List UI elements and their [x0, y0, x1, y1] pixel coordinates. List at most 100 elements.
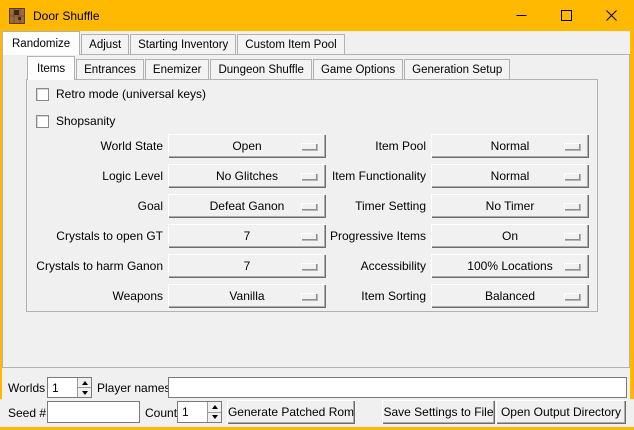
- timer-setting-label: Timer Setting: [326, 199, 426, 213]
- maximize-button[interactable]: [544, 0, 589, 31]
- door-shuffle-window: Door Shuffle Randomize Adjust Starting I…: [0, 0, 634, 430]
- item-functionality-dropdown[interactable]: Normal: [431, 164, 589, 188]
- retro-mode-label: Retro mode (universal keys): [56, 87, 206, 101]
- crystals-gt-value: 7: [244, 229, 251, 243]
- item-sorting-dropdown[interactable]: Balanced: [431, 284, 589, 308]
- world-state-dropdown[interactable]: Open: [168, 134, 326, 158]
- tab-label: Custom Item Pool: [245, 39, 336, 51]
- worlds-label: Worlds: [8, 381, 45, 395]
- stepper-down-button[interactable]: [208, 412, 221, 423]
- dropdown-indicator-icon: [564, 203, 580, 210]
- tab-dungeon-shuffle[interactable]: Dungeon Shuffle: [210, 59, 311, 79]
- option-row: Weapons Vanilla Item Sorting Balanced: [28, 281, 589, 311]
- item-sorting-value: Balanced: [485, 289, 535, 303]
- title-bar[interactable]: Door Shuffle: [0, 0, 634, 31]
- tab-label: Generation Setup: [412, 64, 502, 76]
- window-title: Door Shuffle: [33, 9, 100, 23]
- progressive-items-dropdown[interactable]: On: [431, 224, 589, 248]
- options-grid: World State Open Item Pool Normal Logic …: [28, 131, 589, 311]
- item-pool-dropdown[interactable]: Normal: [431, 134, 589, 158]
- maximize-icon: [561, 10, 572, 21]
- player-names-input[interactable]: [168, 377, 627, 398]
- stepper-arrows: [207, 402, 221, 422]
- tab-custom-item-pool[interactable]: Custom Item Pool: [237, 34, 344, 54]
- crystals-ganon-dropdown[interactable]: 7: [168, 254, 326, 278]
- goal-dropdown[interactable]: Defeat Ganon: [168, 194, 326, 218]
- dropdown-indicator-icon: [301, 173, 317, 180]
- count-stepper[interactable]: 1: [177, 401, 222, 423]
- retro-mode-option: Retro mode (universal keys): [36, 87, 206, 101]
- retro-mode-checkbox[interactable]: [36, 88, 49, 101]
- tab-entrances[interactable]: Entrances: [76, 59, 144, 79]
- count-label: Count: [145, 406, 177, 420]
- generate-patched-rom-button[interactable]: Generate Patched Rom: [227, 400, 355, 424]
- world-state-label: World State: [28, 139, 163, 153]
- main-tab-bar: Randomize Adjust Starting Inventory Cust…: [2, 31, 346, 54]
- crystals-gt-label: Crystals to open GT: [28, 229, 163, 243]
- tab-label: Game Options: [321, 64, 395, 76]
- dropdown-indicator-icon: [564, 233, 580, 240]
- tab-items[interactable]: Items: [27, 56, 75, 80]
- progressive-items-value: On: [502, 229, 518, 243]
- close-button[interactable]: [589, 0, 634, 31]
- option-row: Goal Defeat Ganon Timer Setting No Timer: [28, 191, 589, 221]
- crystals-gt-dropdown[interactable]: 7: [168, 224, 326, 248]
- dropdown-indicator-icon: [301, 143, 317, 150]
- shopsanity-label: Shopsanity: [56, 114, 115, 128]
- shopsanity-option: Shopsanity: [36, 114, 115, 128]
- window-border: [630, 0, 634, 399]
- option-row: Logic Level No Glitches Item Functionali…: [28, 161, 589, 191]
- tab-label: Adjust: [89, 39, 121, 51]
- dropdown-indicator-icon: [301, 203, 317, 210]
- down-arrow-icon: [212, 415, 218, 419]
- sub-tab-bar: Items Entrances Enemizer Dungeon Shuffle…: [27, 56, 511, 79]
- dropdown-indicator-icon: [301, 293, 317, 300]
- tab-label: Items: [37, 63, 65, 75]
- option-row: Crystals to harm Ganon 7 Accessibility 1…: [28, 251, 589, 281]
- accessibility-label: Accessibility: [326, 259, 426, 273]
- logic-level-dropdown[interactable]: No Glitches: [168, 164, 326, 188]
- timer-setting-dropdown[interactable]: No Timer: [431, 194, 589, 218]
- count-value: 1: [178, 402, 207, 422]
- up-arrow-icon: [82, 381, 88, 385]
- button-label: Open Output Directory: [501, 405, 621, 419]
- seed-label: Seed #: [8, 406, 46, 420]
- tab-game-options[interactable]: Game Options: [313, 59, 403, 79]
- dropdown-indicator-icon: [301, 263, 317, 270]
- item-pool-label: Item Pool: [326, 139, 426, 153]
- world-state-value: Open: [232, 139, 261, 153]
- tab-randomize[interactable]: Randomize: [2, 31, 80, 55]
- item-sorting-label: Item Sorting: [326, 289, 426, 303]
- shopsanity-checkbox[interactable]: [36, 115, 49, 128]
- dropdown-indicator-icon: [564, 293, 580, 300]
- open-output-directory-button[interactable]: Open Output Directory: [496, 400, 626, 424]
- seed-input[interactable]: [47, 401, 140, 423]
- timer-setting-value: No Timer: [486, 199, 535, 213]
- save-settings-button[interactable]: Save Settings to File: [382, 400, 495, 424]
- item-pool-value: Normal: [491, 139, 530, 153]
- item-functionality-label: Item Functionality: [326, 169, 426, 183]
- worlds-stepper[interactable]: 1: [47, 377, 92, 398]
- option-row: World State Open Item Pool Normal: [28, 131, 589, 161]
- down-arrow-icon: [82, 391, 88, 395]
- door-icon: [9, 8, 25, 24]
- accessibility-dropdown[interactable]: 100% Locations: [431, 254, 589, 278]
- tab-adjust[interactable]: Adjust: [81, 34, 129, 54]
- weapons-dropdown[interactable]: Vanilla: [168, 284, 326, 308]
- dropdown-indicator-icon: [301, 233, 317, 240]
- crystals-ganon-value: 7: [244, 259, 251, 273]
- button-label: Save Settings to File: [383, 405, 493, 419]
- logic-level-value: No Glitches: [216, 169, 278, 183]
- tab-label: Entrances: [84, 64, 136, 76]
- stepper-up-button[interactable]: [78, 378, 91, 387]
- stepper-down-button[interactable]: [78, 387, 91, 397]
- tab-starting-inventory[interactable]: Starting Inventory: [130, 34, 236, 54]
- stepper-up-button[interactable]: [208, 402, 221, 412]
- tab-label: Dungeon Shuffle: [218, 64, 303, 76]
- minimize-button[interactable]: [499, 0, 544, 31]
- progressive-items-label: Progressive Items: [326, 229, 426, 243]
- weapons-value: Vanilla: [229, 289, 264, 303]
- tab-enemizer[interactable]: Enemizer: [145, 59, 210, 79]
- accessibility-value: 100% Locations: [467, 259, 552, 273]
- tab-generation-setup[interactable]: Generation Setup: [404, 59, 510, 79]
